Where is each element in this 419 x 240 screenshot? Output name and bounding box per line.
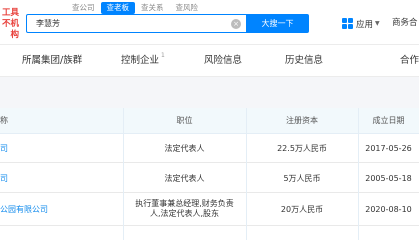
search-type-tabs: 查公司 查老板 查关系 查风险 — [66, 2, 204, 14]
top-header: 工具 不机构 查公司 查老板 查关系 查风险 × 大搜一下 应用 ▼ 商务合 — [0, 0, 419, 45]
search-box: × — [26, 14, 247, 33]
tab-boss[interactable]: 查老板 — [100, 2, 135, 14]
apps-label: 应用 — [356, 19, 374, 30]
business-link[interactable]: 商务合 — [392, 14, 418, 33]
table-row[interactable]: 公园有限公司 执行董事兼总经理,财务负责 人,法定代表人,股东 20万人民币 2… — [0, 194, 419, 226]
nav-item-group[interactable]: 所属集团/族群 — [22, 45, 82, 76]
nav-label: 控制企业 — [121, 55, 160, 66]
column-header-date: 成立日期 — [372, 116, 405, 125]
nav-item-risk[interactable]: 风险信息 — [204, 45, 242, 76]
column-header-position: 职位 — [176, 116, 193, 125]
nav-item-controlled[interactable]: 控制企业 1 — [121, 45, 165, 76]
nav-label: 历史信息 — [285, 55, 324, 66]
position-line: 执行董事兼总经理,财务负责 — [135, 199, 234, 208]
chevron-down-icon: ▼ — [375, 20, 380, 27]
nav-item-history[interactable]: 历史信息 — [285, 45, 323, 76]
tab-risk[interactable]: 查风险 — [170, 2, 205, 14]
position-cell: 执行董事兼总经理,财务负责 人,法定代表人,股东 — [123, 199, 246, 219]
company-name-link[interactable]: 司 — [0, 164, 8, 193]
table-row[interactable]: 司 法定代表人 22.5万人民币 2017-05-26 — [0, 134, 419, 163]
position-line: 人,法定代表人,股东 — [149, 209, 220, 218]
company-name-link[interactable]: 司 — [0, 134, 8, 163]
tab-relation[interactable]: 查关系 — [135, 2, 170, 14]
table-row[interactable]: 司 法定代表人 5万人民币 2005-05-18 — [0, 164, 419, 193]
nav-count: 1 — [161, 52, 165, 59]
apps-menu-button[interactable]: 应用 ▼ — [342, 14, 380, 33]
table-header: 称 职位 注册资本 成立日期 — [0, 108, 419, 134]
position-cell: 法定代表人 — [164, 144, 205, 153]
date-cell: 2020-08-10 — [365, 205, 412, 214]
column-header-name: 称 — [0, 116, 8, 125]
capital-cell: 5万人民币 — [283, 174, 321, 183]
logo-line: 不机构 — [1, 19, 19, 40]
section-gap — [0, 77, 419, 108]
column-divider — [123, 108, 124, 240]
nav-label: 所属集团/族群 — [22, 55, 83, 66]
date-cell: 2017-05-26 — [365, 144, 412, 153]
table-row[interactable] — [0, 227, 419, 240]
capital-cell: 20万人民币 — [280, 205, 324, 214]
nav-item-cooperation[interactable]: 合作 — [400, 45, 419, 76]
nav-label: 风险信息 — [204, 55, 243, 66]
date-cell: 2005-05-18 — [365, 174, 412, 183]
capital-cell: 22.5万人民币 — [277, 144, 327, 153]
nav-label: 合作 — [400, 55, 419, 66]
apps-grid-icon — [342, 18, 353, 29]
tab-company[interactable]: 查公司 — [66, 2, 101, 14]
position-cell: 法定代表人 — [164, 174, 205, 183]
logo-line: 工具 — [1, 8, 19, 18]
search-input[interactable] — [36, 15, 216, 32]
site-logo[interactable]: 工具 不机构 — [0, 8, 21, 40]
column-divider — [246, 108, 247, 240]
column-header-capital: 注册资本 — [286, 116, 318, 125]
column-divider — [358, 108, 359, 240]
company-name-link[interactable]: 公园有限公司 — [0, 194, 48, 226]
search-button[interactable]: 大搜一下 — [246, 14, 309, 33]
clear-icon[interactable]: × — [231, 19, 241, 29]
section-nav: 所属集团/族群 控制企业 1 风险信息 历史信息 合作 — [0, 45, 419, 77]
